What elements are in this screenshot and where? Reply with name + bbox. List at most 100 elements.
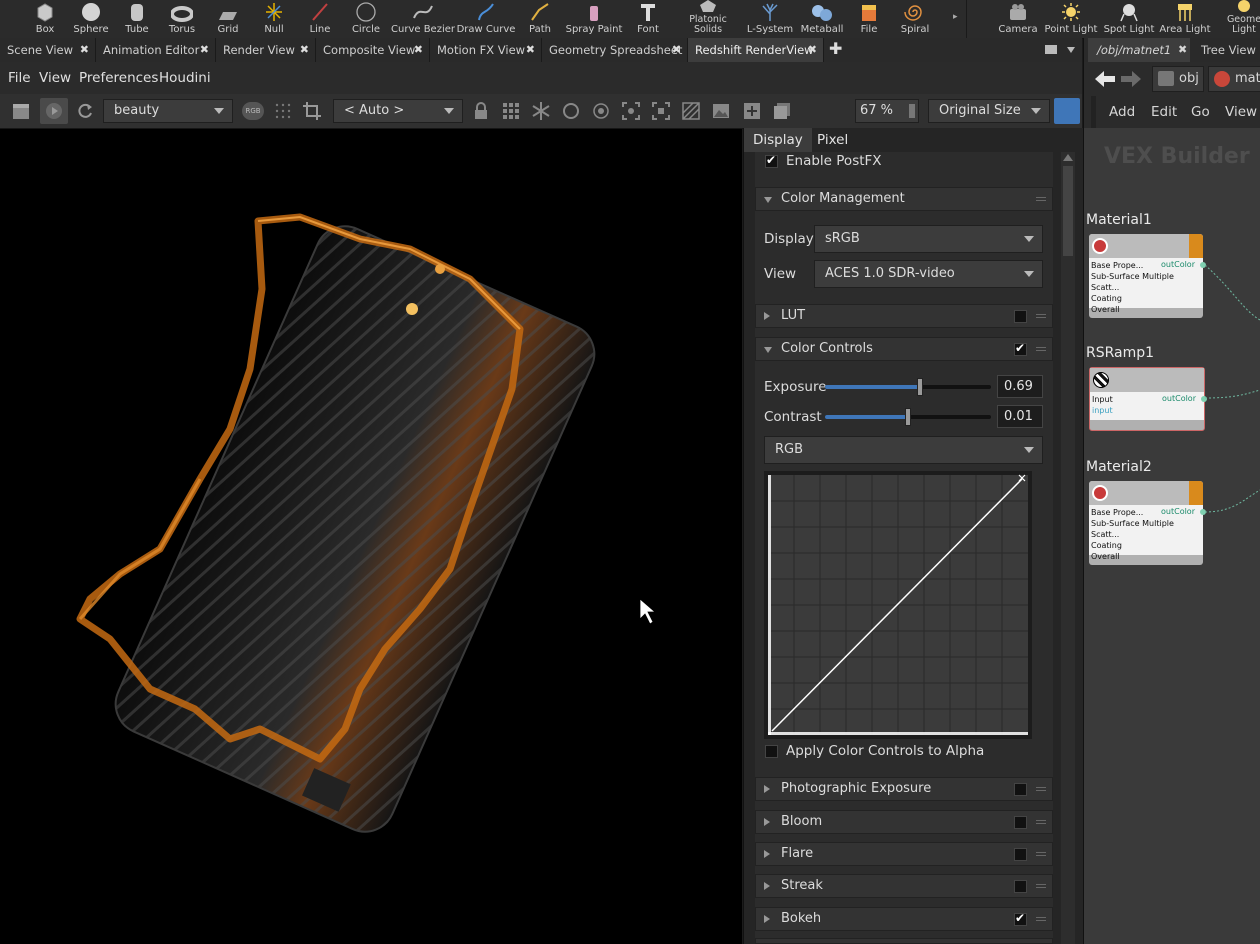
rgb-channel-icon[interactable]: RGB [242, 102, 264, 120]
panel-toggle-button[interactable] [1054, 98, 1080, 124]
shelf-tool-area-light[interactable]: Area Light [1158, 0, 1212, 38]
close-icon[interactable]: ✖ [200, 38, 209, 62]
node-material2[interactable]: Base Prope... Sub-Surface Multiple Scatt… [1089, 481, 1206, 565]
forward-arrow-icon[interactable] [1120, 70, 1142, 88]
snowflake-icon[interactable] [532, 102, 550, 120]
lock-icon[interactable] [472, 102, 490, 120]
menu-houdini[interactable]: Houdini [159, 62, 211, 94]
section-color-controls[interactable]: Color Controls [755, 337, 1053, 361]
shelf-tool-tube[interactable]: Tube [122, 0, 152, 38]
tab-motion-fx-view[interactable]: Motion FX View ✖ [430, 38, 542, 62]
back-arrow-icon[interactable] [1094, 70, 1116, 88]
shelf-tool-camera[interactable]: Camera [998, 0, 1038, 38]
section-checkbox[interactable] [1014, 783, 1027, 796]
shelf-tool-torus[interactable]: Torus [165, 0, 199, 38]
close-icon[interactable]: ✖ [672, 38, 681, 62]
shelf-tool-null[interactable]: Null [260, 0, 288, 38]
tab-pixel[interactable]: Pixel [808, 128, 857, 152]
path-obj-button[interactable]: obj [1152, 66, 1204, 92]
aov-dropdown[interactable]: beauty [103, 99, 233, 123]
shelf-tool-point-light[interactable]: Point Light [1044, 0, 1098, 38]
tab-display[interactable]: Display [744, 128, 812, 152]
shelf-tool-grid[interactable]: Grid [213, 0, 243, 38]
shelf-tool-spiral[interactable]: Spiral [897, 0, 933, 38]
section-color-management[interactable]: Color Management [755, 187, 1053, 211]
path-matnet-button[interactable]: matn [1208, 66, 1260, 92]
maximize-pane-icon[interactable] [1045, 45, 1057, 54]
channel-dropdown[interactable]: RGB [764, 436, 1043, 464]
view-dropdown[interactable]: ACES 1.0 SDR-video [814, 260, 1043, 288]
camera-dropdown[interactable]: < Auto > [333, 99, 463, 123]
menu-file[interactable]: File [8, 62, 31, 94]
shelf-tool-l-system[interactable]: L-System [746, 0, 794, 38]
shelf-tool-spray-paint[interactable]: Spray Paint [565, 0, 623, 38]
shelf-overflow-icon[interactable]: ▸ [953, 12, 958, 22]
render-viewport[interactable] [0, 129, 742, 944]
shelf-tool-spot-light[interactable]: Spot Light [1102, 0, 1156, 38]
shelf-tool-box[interactable]: Box [30, 0, 60, 38]
panel-scrollbar[interactable] [1061, 152, 1075, 944]
pane-menu-arrow-icon[interactable] [1067, 47, 1075, 53]
menu-go[interactable]: Go [1191, 96, 1210, 128]
node-material1[interactable]: Base Prope... Sub-Surface Multiple Scatt… [1089, 234, 1206, 318]
tab-tree-view[interactable]: Tree View [1201, 38, 1256, 62]
section-photographic-exposure[interactable]: Photographic Exposure [755, 777, 1053, 801]
node-flag[interactable] [1189, 481, 1203, 505]
exposure-slider[interactable] [825, 378, 991, 396]
tab-composite-view[interactable]: Composite View ✖ [316, 38, 430, 62]
circle-select-icon[interactable] [562, 102, 580, 120]
tab-obj-matnet1[interactable]: /obj/matnet1 ✖ [1088, 38, 1190, 62]
tab-redshift-renderview[interactable]: Redshift RenderView ✖ [688, 38, 824, 62]
color-controls-checkbox[interactable] [1014, 341, 1027, 356]
shelf-tool-metaball[interactable]: Metaball [800, 0, 844, 38]
node-flag[interactable] [1189, 234, 1203, 258]
region-icon[interactable] [652, 102, 670, 120]
tab-animation-editor[interactable]: Animation Editor ✖ [96, 38, 216, 62]
section-bokeh[interactable]: Bokeh [755, 907, 1053, 931]
menu-view[interactable]: View [1225, 96, 1257, 128]
shelf-tool-sphere[interactable]: Sphere [72, 0, 110, 38]
shelf-tool-line[interactable]: Line [306, 0, 334, 38]
refresh-icon[interactable] [76, 102, 94, 120]
section-checkbox[interactable] [1014, 816, 1027, 829]
menu-preferences[interactable]: Preferences [79, 62, 158, 94]
menu-view[interactable]: View [39, 62, 71, 94]
crop-icon[interactable] [303, 102, 321, 120]
section-bloom[interactable]: Bloom [755, 810, 1053, 834]
close-icon[interactable]: ✖ [414, 38, 423, 62]
color-curve-editor[interactable] [764, 471, 1032, 739]
tab-scene-view[interactable]: Scene View ✖ [0, 38, 96, 62]
add-tab-icon[interactable]: ✚ [829, 39, 842, 58]
hatch-icon[interactable] [682, 102, 700, 120]
close-icon[interactable]: ✖ [1178, 38, 1187, 62]
add-snapshot-icon[interactable] [743, 102, 761, 120]
target-icon[interactable] [592, 102, 610, 120]
contrast-slider-knob[interactable] [905, 408, 911, 426]
section-streak[interactable]: Streak [755, 874, 1053, 898]
display-dropdown[interactable]: sRGB [814, 225, 1043, 253]
shelf-tool-path[interactable]: Path [524, 0, 556, 38]
shelf-tool-draw-curve[interactable]: Draw Curve [457, 0, 515, 38]
lut-checkbox[interactable] [1014, 310, 1027, 323]
scrollbar-thumb[interactable] [1063, 166, 1073, 256]
node-rsramp1[interactable]: Input input outColor [1089, 367, 1207, 431]
close-icon[interactable]: ✖ [526, 38, 535, 62]
section-checkbox[interactable] [1014, 848, 1027, 861]
scroll-up-icon[interactable] [1063, 154, 1073, 161]
tab-render-view[interactable]: Render View ✖ [216, 38, 316, 62]
contrast-field[interactable]: 0.01 [997, 405, 1043, 428]
shelf-tool-font[interactable]: Font [633, 0, 663, 38]
render-button[interactable] [40, 98, 68, 124]
menu-add[interactable]: Add [1109, 96, 1135, 128]
shelf-tool-circle[interactable]: Circle [350, 0, 382, 38]
focus-frame-icon[interactable] [622, 102, 640, 120]
shelf-tool-file[interactable]: File [856, 0, 882, 38]
zoom-field[interactable]: 67 % [855, 99, 919, 123]
exposure-field[interactable]: 0.69 [997, 375, 1043, 398]
apply-alpha-checkbox[interactable] [765, 745, 778, 758]
tab-geometry-spreadsheet[interactable]: Geometry Spreadsheet ✖ [542, 38, 688, 62]
close-icon[interactable]: ✖ [808, 38, 817, 62]
section-checkbox[interactable] [1014, 911, 1027, 926]
size-dropdown[interactable]: Original Size [928, 99, 1050, 123]
shelf-tool-curve-bezier[interactable]: Curve Bezier [391, 0, 455, 38]
